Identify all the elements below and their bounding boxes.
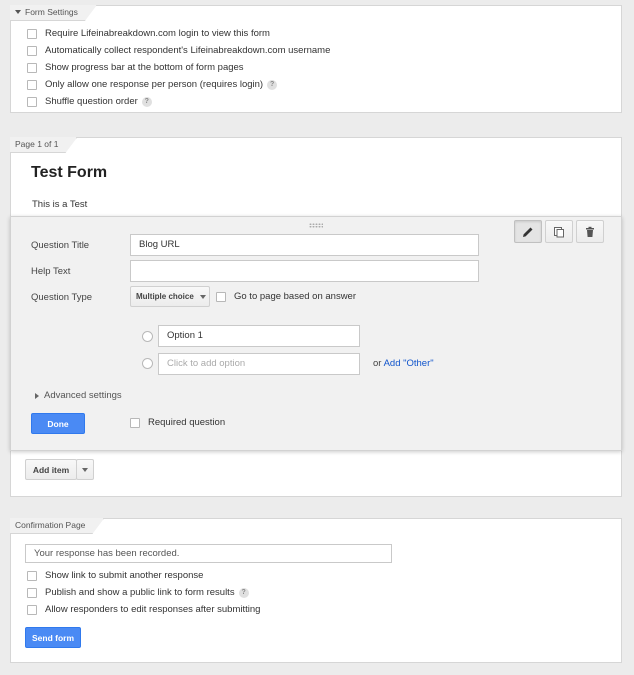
settings-option-label: Shuffle question order xyxy=(45,96,138,107)
add-other-group: or Add "Other" xyxy=(373,358,434,369)
form-settings-tab[interactable]: Form Settings xyxy=(10,5,97,21)
drag-handle-icon[interactable] xyxy=(309,223,323,228)
help-text-label: Help Text xyxy=(31,266,71,277)
go-to-page-label: Go to page based on answer xyxy=(234,291,357,302)
help-icon[interactable]: ? xyxy=(267,79,278,90)
pencil-icon xyxy=(523,227,533,237)
question-type-select[interactable]: Multiple choice xyxy=(130,286,210,307)
settings-option-label: Require Lifeinabreakdown.com login to vi… xyxy=(45,28,270,39)
question-title-label: Question Title xyxy=(31,240,90,251)
confirmation-tab-label: Confirmation Page xyxy=(15,520,86,530)
form-title[interactable]: Test Form xyxy=(31,164,107,182)
delete-question-button[interactable] xyxy=(576,220,604,243)
question-type-value: Multiple choice xyxy=(136,292,194,301)
settings-option-collect-username[interactable]: Automatically collect respondent's Lifei… xyxy=(27,45,330,56)
question-editor-card: Question Title Blog URL Help Text Questi… xyxy=(10,216,622,451)
form-description[interactable]: This is a Test xyxy=(32,199,87,210)
settings-checkbox[interactable] xyxy=(27,62,37,73)
help-text-input[interactable] xyxy=(130,260,479,282)
confirmation-message-input[interactable]: Your response has been recorded. xyxy=(25,544,392,563)
required-question-label: Required question xyxy=(148,417,226,428)
page-tab: Page 1 of 1 xyxy=(10,137,77,153)
add-item-group: Add item xyxy=(25,459,95,482)
settings-checkbox[interactable] xyxy=(27,96,37,107)
duplicate-question-button[interactable] xyxy=(545,220,573,243)
go-to-page-option[interactable]: Go to page based on answer xyxy=(216,291,356,302)
settings-checkbox[interactable] xyxy=(27,45,37,56)
advanced-settings-label: Advanced settings xyxy=(44,390,122,401)
page-tab-label: Page 1 of 1 xyxy=(15,139,59,149)
question-title-input[interactable]: Blog URL xyxy=(130,234,479,256)
required-question-option[interactable]: Required question xyxy=(130,417,225,428)
done-button[interactable]: Done xyxy=(31,413,85,434)
expand-triangle-icon xyxy=(35,392,39,399)
send-form-button[interactable]: Send form xyxy=(25,627,81,648)
settings-option-shuffle[interactable]: Shuffle question order ? xyxy=(27,96,152,107)
confirmation-option-label: Allow responders to edit responses after… xyxy=(45,604,261,615)
advanced-settings-toggle[interactable]: Advanced settings xyxy=(35,390,122,401)
add-option-input[interactable]: Click to add option xyxy=(158,353,360,375)
confirmation-option-label: Publish and show a public link to form r… xyxy=(45,587,235,598)
option-1-input[interactable]: Option 1 xyxy=(158,325,360,347)
go-to-page-checkbox[interactable] xyxy=(216,291,226,302)
settings-checkbox[interactable] xyxy=(27,28,37,39)
settings-option-label: Show progress bar at the bottom of form … xyxy=(45,62,244,73)
confirmation-checkbox[interactable] xyxy=(27,604,37,615)
confirmation-tab: Confirmation Page xyxy=(10,518,104,534)
settings-option-label: Automatically collect respondent's Lifei… xyxy=(45,45,331,56)
confirmation-option-edit-responses[interactable]: Allow responders to edit responses after… xyxy=(27,604,260,615)
confirmation-panel: Confirmation Page Your response has been… xyxy=(10,518,622,663)
settings-option-progress-bar[interactable]: Show progress bar at the bottom of form … xyxy=(27,62,244,73)
chevron-down-icon xyxy=(82,467,88,472)
question-type-label: Question Type xyxy=(31,292,93,303)
help-icon[interactable]: ? xyxy=(141,96,152,107)
confirmation-option-public-results[interactable]: Publish and show a public link to form r… xyxy=(27,587,249,598)
option-radio xyxy=(142,331,153,342)
duplicate-icon xyxy=(554,226,564,237)
confirmation-option-another-response[interactable]: Show link to submit another response xyxy=(27,570,203,581)
option-radio xyxy=(142,358,153,369)
confirmation-checkbox[interactable] xyxy=(27,587,37,598)
form-settings-tab-label: Form Settings xyxy=(25,7,78,17)
trash-icon xyxy=(586,226,594,237)
settings-option-label: Only allow one response per person (requ… xyxy=(45,79,264,90)
settings-checkbox[interactable] xyxy=(27,79,37,90)
required-question-checkbox[interactable] xyxy=(130,417,140,428)
form-settings-panel: Form Settings Require Lifeinabreakdown.c… xyxy=(10,5,622,113)
settings-option-one-response[interactable]: Only allow one response per person (requ… xyxy=(27,79,278,90)
add-other-link[interactable]: Add "Other" xyxy=(384,358,434,369)
confirmation-option-label: Show link to submit another response xyxy=(45,570,204,581)
help-icon[interactable]: ? xyxy=(238,587,249,598)
edit-question-button[interactable] xyxy=(514,220,542,243)
chevron-down-icon xyxy=(199,294,206,299)
settings-option-require-login[interactable]: Require Lifeinabreakdown.com login to vi… xyxy=(27,28,270,39)
add-item-dropdown-button[interactable] xyxy=(76,459,94,480)
collapse-triangle-icon[interactable] xyxy=(15,10,21,14)
or-text: or xyxy=(373,358,382,369)
add-item-button[interactable]: Add item xyxy=(25,459,77,480)
confirmation-checkbox[interactable] xyxy=(27,570,37,581)
